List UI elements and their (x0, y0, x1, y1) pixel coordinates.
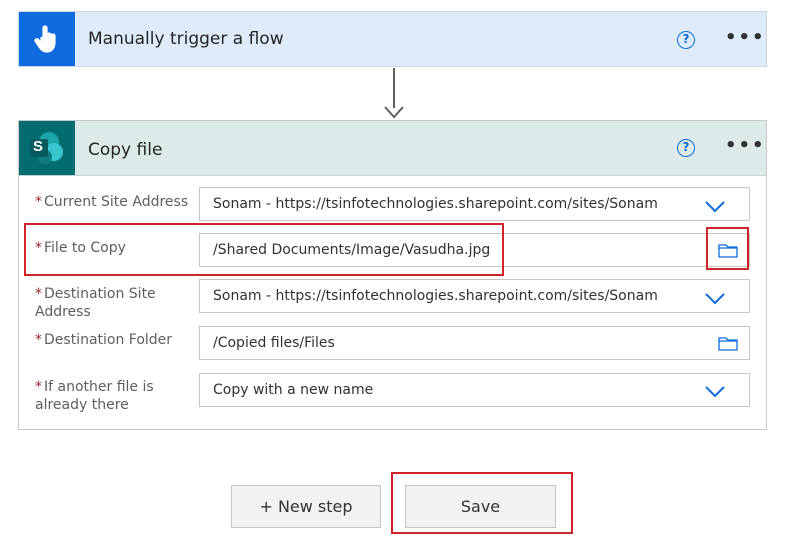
trigger-title: Manually trigger a flow (88, 29, 284, 49)
action-title: Copy file (88, 140, 163, 160)
chevron-down-icon[interactable] (705, 201, 725, 213)
chevron-down-icon[interactable] (705, 293, 725, 305)
sharepoint-letter: S (33, 138, 44, 155)
trigger-help-icon[interactable]: ? (677, 31, 695, 49)
action-header[interactable]: S Copy file ? ••• (19, 121, 766, 176)
if-another-file-label: * If another file is already there (35, 379, 154, 413)
current-site-address-label: * Current Site Address (35, 194, 189, 210)
action-icon-tile: S (19, 121, 75, 175)
new-step-button[interactable]: + New step (231, 485, 381, 528)
destination-site-address-dropdown[interactable]: Sonam - https://tsinfotechnologies.share… (199, 279, 750, 313)
highlight-file-to-copy (24, 223, 504, 276)
highlight-save (391, 472, 573, 534)
if-another-file-dropdown[interactable]: Copy with a new name (199, 373, 750, 407)
trigger-menu-icon[interactable]: ••• (725, 29, 766, 47)
chevron-down-icon[interactable] (705, 386, 725, 398)
destination-folder-input[interactable]: /Copied files/Files (199, 326, 750, 360)
folder-icon[interactable] (718, 335, 738, 351)
highlight-folder-button (706, 227, 749, 270)
touch-hand-icon (34, 25, 56, 53)
action-menu-icon[interactable]: ••• (725, 137, 766, 155)
arrow-down-icon (384, 106, 404, 119)
current-site-address-dropdown[interactable]: Sonam - https://tsinfotechnologies.share… (199, 187, 750, 221)
trigger-card[interactable]: Manually trigger a flow ? ••• (18, 11, 767, 67)
action-help-icon[interactable]: ? (677, 139, 695, 157)
destination-folder-label: * Destination Folder (35, 332, 173, 348)
destination-site-address-label: * Destination Site Address (35, 286, 156, 320)
trigger-icon-tile (19, 12, 75, 66)
